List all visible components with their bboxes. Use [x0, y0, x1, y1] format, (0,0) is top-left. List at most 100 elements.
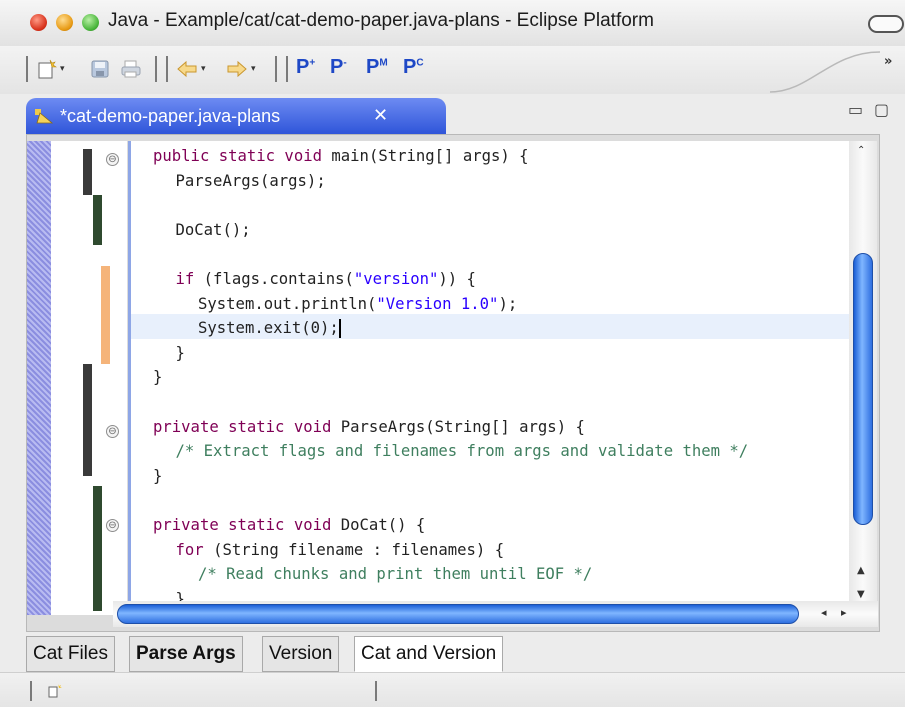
back-dropdown-icon[interactable]: ▾ — [201, 64, 206, 74]
code-token: "version" — [353, 270, 439, 288]
java-plan-file-icon — [35, 109, 54, 124]
code-token: } — [153, 368, 163, 387]
close-icon[interactable]: ✕ — [373, 105, 388, 126]
forward-dropdown-icon[interactable]: ▾ — [251, 64, 256, 74]
fold-toggle-icon[interactable]: ⊖ — [106, 519, 119, 532]
plan-remove-button[interactable]: P- — [330, 56, 347, 79]
code-token: )) { — [438, 270, 476, 288]
code-line: /* Read chunks and print them until EOF … — [198, 562, 592, 587]
plan-gutter: ⊖ ⊖ ⊖ — [51, 141, 127, 615]
toolbar-overflow-icon[interactable]: » — [884, 54, 892, 69]
plan-bar — [101, 266, 110, 364]
scroll-up-icon[interactable]: ▲ — [857, 565, 865, 576]
editor-tab[interactable]: *cat-demo-paper.java-plans ✕ — [26, 98, 446, 134]
editor-tab-bar: *cat-demo-paper.java-plans ✕ ▭ ▢ — [26, 94, 905, 134]
plan-add-button[interactable]: P+ — [296, 56, 315, 79]
plan-bar — [93, 486, 102, 611]
code-token: DoCat() { — [340, 516, 426, 534]
code-token: public static void — [153, 147, 332, 165]
horizontal-scroll-thumb[interactable] — [117, 604, 799, 624]
print-icon[interactable] — [120, 58, 142, 80]
code-line: for (String filename : filenames) { — [176, 538, 505, 563]
code-token: /* Read chunks and print them until EOF … — [198, 565, 593, 584]
code-line: DoCat(); — [176, 218, 251, 243]
toolbar-toggle-button[interactable] — [868, 15, 904, 33]
tab-cat-and-version[interactable]: Cat and Version — [354, 636, 504, 672]
code-token: DoCat(); — [175, 220, 251, 239]
plan-bar — [83, 149, 92, 195]
plan-bar — [93, 195, 102, 245]
code-line: } — [153, 464, 162, 489]
code-line: System.out.println("Version 1.0"); — [198, 292, 517, 317]
code-token: (flags.contains( — [203, 270, 354, 288]
code-token: ); — [498, 294, 518, 313]
code-token: System.out.println( — [198, 294, 377, 313]
toolbar-separator — [275, 56, 277, 82]
save-icon[interactable] — [89, 58, 111, 80]
code-line: private static void ParseArgs(String[] a… — [153, 415, 585, 440]
code-token: if — [175, 270, 204, 288]
minimize-view-icon[interactable]: ▭ — [848, 100, 863, 119]
code-line: } — [176, 341, 185, 366]
status-bar — [0, 672, 905, 707]
code-token: } — [153, 466, 163, 485]
window-title: Java - Example/cat/cat-demo-paper.java-p… — [108, 10, 654, 31]
status-separator — [30, 681, 32, 701]
toolbar-curve-divider — [770, 51, 880, 93]
scroll-down-icon[interactable]: ▼ — [857, 589, 865, 600]
code-token: (String filename : filenames) { — [213, 540, 505, 559]
tab-parse-args[interactable]: Parse Args — [129, 636, 243, 672]
code-line: } — [153, 365, 162, 390]
overview-ruler — [27, 141, 51, 615]
code-token: } — [175, 343, 185, 362]
code-token: "Version 1.0" — [376, 294, 499, 313]
forward-arrow-icon[interactable] — [226, 58, 248, 80]
scroll-left-icon[interactable]: ◂ — [821, 606, 827, 619]
window-minimize-button[interactable] — [56, 14, 73, 31]
toolbar-separator — [155, 56, 157, 82]
scroll-up-top-icon[interactable]: ⌃ — [857, 145, 865, 156]
code-token: for — [175, 540, 214, 559]
fast-view-icon[interactable] — [48, 683, 64, 699]
vertical-scroll-thumb[interactable] — [853, 253, 873, 525]
back-arrow-icon[interactable] — [176, 58, 198, 80]
scroll-right-icon[interactable]: ▸ — [841, 606, 847, 619]
horizontal-scrollbar[interactable]: ◂ ▸ — [113, 601, 878, 627]
maximize-view-icon[interactable]: ▢ — [874, 100, 889, 119]
tab-cat-files[interactable]: Cat Files — [26, 636, 115, 672]
plan-color-button[interactable]: PC — [403, 56, 424, 79]
code-line: private static void DoCat() { — [153, 513, 425, 538]
status-separator — [375, 681, 377, 701]
code-line: /* Extract flags and filenames from args… — [176, 439, 749, 464]
tab-version[interactable]: Version — [262, 636, 340, 672]
code-token: private static void — [153, 516, 341, 534]
code-token: private static void — [153, 417, 341, 436]
toolbar-separator — [286, 56, 288, 82]
vertical-scrollbar[interactable]: ⌃ ▲ ▼ — [849, 141, 877, 615]
code-token: } — [175, 589, 185, 601]
new-dropdown-icon[interactable]: ▾ — [60, 64, 65, 74]
code-token: System.exit(0); — [198, 319, 339, 338]
title-bar: Java - Example/cat/cat-demo-paper.java-p… — [0, 0, 905, 46]
code-token: /* Extract flags and filenames from args… — [175, 442, 749, 461]
code-token: ParseArgs(String[] args) { — [340, 417, 585, 436]
code-line: System.exit(0); — [198, 316, 341, 341]
toolbar-separator — [166, 56, 168, 82]
code-editor: ⊖ ⊖ ⊖ public static void main(String[] a… — [26, 134, 880, 632]
window-close-button[interactable] — [30, 14, 47, 31]
code-line: if (flags.contains("version")) { — [176, 267, 476, 292]
text-caret — [338, 319, 341, 339]
toolbar-separator — [26, 56, 28, 82]
window-zoom-button[interactable] — [82, 14, 99, 31]
editor-tab-title: *cat-demo-paper.java-plans — [60, 106, 281, 126]
new-wizard-icon[interactable] — [36, 58, 58, 80]
code-line: } — [176, 587, 185, 601]
plan-merge-button[interactable]: PM — [366, 56, 388, 79]
code-text-area[interactable]: public static void main(String[] args) {… — [128, 141, 851, 601]
code-line: ParseArgs(args); — [176, 169, 326, 194]
code-token: ParseArgs(args); — [175, 171, 326, 190]
plan-bar — [83, 364, 92, 476]
fold-toggle-icon[interactable]: ⊖ — [106, 153, 119, 166]
fold-toggle-icon[interactable]: ⊖ — [106, 425, 119, 438]
code-token: main(String[] args) { — [331, 147, 529, 165]
